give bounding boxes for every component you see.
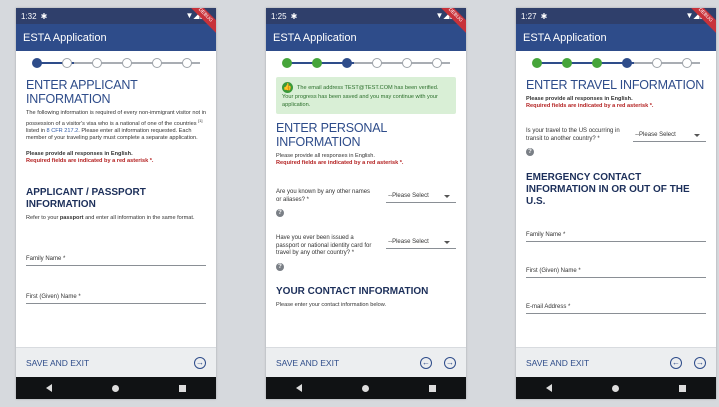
transit-question: Is your travel to the US occurring in tr… [526, 128, 706, 143]
first-name-field[interactable]: First (Given) Name * [26, 288, 206, 304]
english-note: Please provide all responses in English. [26, 150, 133, 157]
home-nav-icon[interactable] [362, 384, 369, 392]
required-note: Required fields are indicated by a red a… [26, 157, 154, 164]
recents-nav-icon[interactable] [429, 384, 436, 392]
chevron-down-icon [444, 195, 450, 198]
section-title: YOUR CONTACT INFORMATION [276, 285, 429, 297]
step-dot [372, 58, 382, 68]
english-note: Please provide all responses in English. [276, 153, 375, 159]
step-dot [282, 58, 292, 68]
help-icon[interactable]: ? [526, 148, 534, 156]
chevron-down-icon [694, 134, 700, 137]
page-title: ENTER APPLICANT INFORMATION [26, 78, 138, 106]
step-dot [152, 58, 162, 68]
section-title: EMERGENCY CONTACT INFORMATION IN OR OUT … [526, 172, 690, 207]
phone-screen-personal: 1:25 ✱ ▼◢▮ DEBUG ESTA Application 👍 The e… [266, 8, 466, 399]
step-dot [402, 58, 412, 68]
app-title: ESTA Application [273, 31, 357, 44]
section-title: APPLICANT / PASSPORT INFORMATION [26, 186, 146, 210]
gear-icon: ✱ [40, 11, 48, 21]
back-nav-icon[interactable] [296, 384, 302, 392]
app-bar: ESTA Application [516, 24, 716, 51]
arrow-right-circle-icon[interactable]: → [444, 356, 456, 369]
step-dot [182, 58, 192, 68]
phone-screen-applicant: 1:32 ✱ ▼◢▮ DEBUG ESTA Application ENTER … [16, 8, 216, 399]
system-nav-bar [16, 377, 216, 399]
back-nav-icon[interactable] [46, 384, 52, 392]
progress-fill [536, 62, 634, 64]
status-bar: 1:32 ✱ ▼◢▮ DEBUG [16, 8, 216, 35]
home-nav-icon[interactable] [112, 384, 119, 392]
progress-stepper [266, 51, 466, 75]
bottom-action-bar: SAVE AND EXIT ← → [266, 347, 466, 377]
other-passport-select[interactable]: --Please Select [386, 235, 456, 249]
app-bar: ESTA Application [16, 24, 216, 51]
arrow-left-circle-icon[interactable]: ← [420, 356, 432, 369]
aliases-question: Are you known by any other names or alia… [276, 189, 456, 204]
arrow-right-circle-icon[interactable]: → [194, 356, 206, 369]
arrow-left-circle-icon[interactable]: ← [670, 356, 682, 369]
thumbs-up-icon: 👍 [282, 82, 293, 93]
chevron-down-icon [444, 241, 450, 244]
progress-stepper [16, 51, 216, 75]
status-bar: 1:27 ✱ ▼◢▮ DEBUG [516, 8, 716, 35]
app-title: ESTA Application [23, 31, 107, 44]
step-dot [532, 58, 542, 68]
email-field[interactable]: E-mail Address * [526, 298, 706, 314]
step-dot [682, 58, 692, 68]
english-note: Please provide all responses in English. [526, 96, 633, 102]
step-dot [92, 58, 102, 68]
home-nav-icon[interactable] [612, 384, 619, 392]
status-bar: 1:25 ✱ ▼◢▮ DEBUG [266, 8, 466, 35]
other-passport-question: Have you ever been issued a passport or … [276, 235, 456, 258]
passport-text: Refer to your passport and enter all inf… [26, 214, 195, 221]
bottom-action-bar: SAVE AND EXIT ← → [516, 347, 716, 377]
save-and-exit-button[interactable]: SAVE AND EXIT [276, 358, 408, 368]
step-dot [32, 58, 42, 68]
step-dot [592, 58, 602, 68]
transit-select[interactable]: --Please Select [633, 128, 706, 142]
page-title: ENTER TRAVEL INFORMATION [526, 78, 705, 92]
app-title: ESTA Application [523, 31, 607, 44]
step-dot [622, 58, 632, 68]
system-nav-bar [266, 377, 466, 399]
required-note: Required fields are indicated by a red a… [526, 103, 654, 109]
bottom-action-bar: SAVE AND EXIT → [16, 347, 216, 377]
save-and-exit-button[interactable]: SAVE AND EXIT [26, 358, 182, 368]
status-time: 1:32 [21, 11, 37, 21]
step-dot [562, 58, 572, 68]
first-name-field[interactable]: First (Given) Name * [526, 262, 706, 278]
status-time: 1:27 [521, 11, 537, 21]
save-and-exit-button[interactable]: SAVE AND EXIT [526, 358, 658, 368]
step-dot [432, 58, 442, 68]
progress-stepper [516, 51, 716, 75]
contact-text: Please enter your contact information be… [276, 301, 387, 308]
app-bar: ESTA Application [266, 24, 466, 51]
family-name-field[interactable]: Family Name * [26, 250, 206, 266]
page-title: ENTER PERSONAL INFORMATION [276, 121, 387, 149]
step-dot [312, 58, 322, 68]
success-banner: 👍 The email address TEST@TEST.COM has bee… [276, 77, 456, 114]
step-dot [62, 58, 72, 68]
status-time: 1:25 [271, 11, 287, 21]
gear-icon: ✱ [290, 11, 298, 21]
system-nav-bar [516, 377, 716, 399]
required-note: Required fields are indicated by a red a… [276, 160, 404, 166]
recents-nav-icon[interactable] [679, 384, 686, 392]
help-icon[interactable]: ? [276, 209, 284, 217]
step-dot [122, 58, 132, 68]
family-name-field[interactable]: Family Name * [526, 226, 706, 242]
recents-nav-icon[interactable] [179, 384, 186, 392]
intro-text: The following information is required of… [26, 110, 207, 141]
step-dot [342, 58, 352, 68]
help-icon[interactable]: ? [276, 262, 284, 271]
gear-icon: ✱ [540, 11, 548, 21]
arrow-right-circle-icon[interactable]: → [694, 356, 706, 369]
aliases-select[interactable]: --Please Select [386, 189, 456, 203]
phone-screen-travel: 1:27 ✱ ▼◢▮ DEBUG ESTA Application ENTER … [516, 8, 716, 399]
cfr-link[interactable]: 8 CFR 217.2 [47, 128, 79, 134]
step-dot [652, 58, 662, 68]
back-nav-icon[interactable] [546, 384, 552, 392]
